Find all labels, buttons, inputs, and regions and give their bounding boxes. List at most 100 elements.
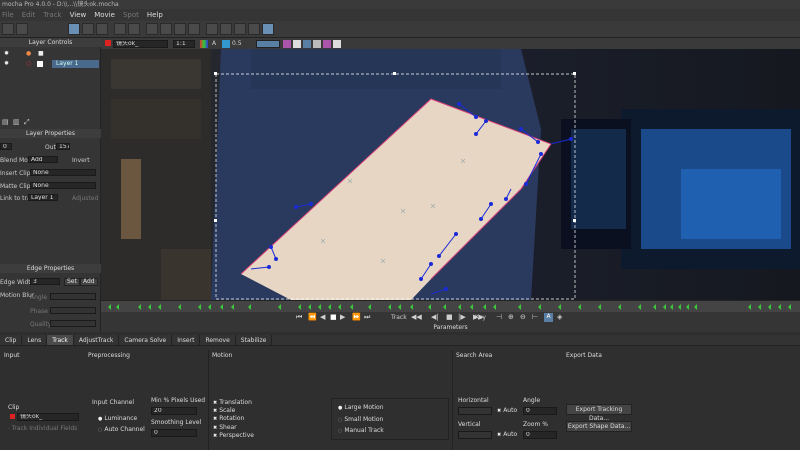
delete-keyframe-icon[interactable]: ⊖ — [520, 313, 526, 321]
blend-mode-select[interactable]: Add — [28, 156, 58, 163]
rotation-checkbox[interactable]: Rotation — [213, 415, 244, 422]
keyframe-marker[interactable] — [778, 304, 781, 310]
keyframe-marker[interactable] — [158, 304, 161, 310]
keyframe-marker[interactable] — [116, 304, 119, 310]
small-motion-radio[interactable]: Small Motion — [338, 416, 383, 423]
zoom-field[interactable]: 0 — [523, 431, 557, 439]
color-icon[interactable]: ■ — [38, 50, 44, 57]
play-back-icon[interactable]: ◀ — [320, 313, 325, 321]
layer-name[interactable]: Layer 1 — [52, 60, 99, 68]
zoom-tool-icon[interactable] — [128, 23, 140, 35]
track-frame-fwd-icon[interactable]: |▶ — [458, 313, 466, 321]
keyframe-marker[interactable] — [458, 304, 461, 310]
track-backward-icon[interactable]: ◀◀ — [411, 313, 422, 321]
keyframe-marker[interactable] — [328, 304, 331, 310]
keyframe-marker[interactable] — [231, 304, 234, 310]
add-keyframe-icon[interactable]: ⊕ — [508, 313, 514, 321]
keyframe-marker[interactable] — [338, 304, 341, 310]
stop-icon[interactable]: ■ — [330, 313, 337, 321]
keyframe-marker[interactable] — [470, 304, 473, 310]
xspline-tool-icon[interactable] — [146, 23, 158, 35]
menu-view[interactable]: View — [70, 9, 87, 21]
hand-tool-icon[interactable] — [114, 23, 126, 35]
min-pixels-field[interactable]: 20 — [151, 407, 197, 415]
tab-clip[interactable]: Clip — [0, 335, 23, 345]
delete-layer-icon[interactable]: ▤ — [2, 118, 9, 126]
save-icon[interactable] — [16, 23, 28, 35]
tab-remove[interactable]: Remove — [200, 335, 236, 345]
layer-row[interactable]: ✹ ○ Layer 1 — [0, 60, 101, 68]
keyframe-marker[interactable] — [653, 304, 656, 310]
crosshair-icon[interactable] — [248, 23, 260, 35]
keyframe-marker[interactable] — [108, 304, 111, 310]
track-frame-back-icon[interactable]: ◀| — [431, 313, 439, 321]
manual-track-radio[interactable]: Manual Track — [338, 427, 383, 434]
horizontal-auto-checkbox[interactable]: Auto — [497, 407, 517, 414]
keyframe-marker[interactable] — [398, 304, 401, 310]
lock-icon[interactable]: ● — [26, 50, 31, 57]
keyframe-marker[interactable] — [558, 304, 561, 310]
tab-insert[interactable]: Insert — [172, 335, 201, 345]
keyframe-marker[interactable] — [758, 304, 761, 310]
keyframe-marker[interactable] — [493, 304, 496, 310]
keyframe-marker[interactable] — [678, 304, 681, 310]
go-end-icon[interactable]: ⏭ — [364, 313, 370, 322]
keyframe-marker[interactable] — [148, 304, 151, 310]
edge-width-field[interactable]: 3 — [30, 278, 60, 285]
keyframe-marker[interactable] — [670, 304, 673, 310]
vertical-auto-checkbox[interactable]: Auto — [497, 431, 517, 438]
prev-keyframe-icon[interactable]: ⊣ — [496, 313, 502, 321]
keyframe-marker[interactable] — [618, 304, 621, 310]
keyframe-marker[interactable] — [443, 304, 446, 310]
add-button[interactable]: Add — [80, 278, 98, 286]
keyframe-marker[interactable] — [318, 304, 321, 310]
menu-movie[interactable]: Movie — [94, 9, 115, 21]
keyframe-marker[interactable] — [483, 304, 486, 310]
view-mode-icon[interactable] — [256, 40, 280, 48]
matte-clip-select[interactable]: None — [30, 182, 96, 189]
keyframe-marker[interactable] — [428, 304, 431, 310]
shear-checkbox[interactable]: Shear — [213, 424, 236, 431]
visible-icon[interactable]: ✹ — [4, 50, 9, 57]
layer-color-swatch[interactable] — [37, 61, 43, 67]
tab-camera-solve[interactable]: Camera Solve — [119, 335, 173, 345]
in-point-field[interactable]: 0 — [0, 143, 12, 150]
auto-channel-radio[interactable]: Auto Channel — [98, 426, 144, 433]
keyframe-marker[interactable] — [686, 304, 689, 310]
luminance-radio[interactable]: Luminance — [98, 415, 137, 422]
rgb-icon[interactable] — [200, 40, 208, 48]
keyframe-marker[interactable] — [138, 304, 141, 310]
keyframe-marker[interactable] — [538, 304, 541, 310]
keyframe-marker[interactable] — [220, 304, 223, 310]
perspective-checkbox[interactable]: Perspective — [213, 432, 254, 439]
next-keyframe-icon[interactable]: ⊢ — [532, 313, 538, 321]
smoothing-field[interactable]: 0 — [151, 429, 197, 437]
out-point-field[interactable]: 157 — [56, 143, 70, 150]
keyframe-marker[interactable] — [350, 304, 353, 310]
menu-file[interactable]: File — [2, 9, 14, 21]
auto-key-icon[interactable]: A — [544, 313, 553, 322]
keyframe-marker[interactable] — [308, 304, 311, 310]
expand-icon[interactable]: ⤢ — [24, 118, 30, 127]
tab-lens[interactable]: Lens — [22, 335, 48, 345]
keyframe-marker[interactable] — [694, 304, 697, 310]
show-mattes-icon[interactable] — [293, 40, 301, 48]
alpha-channel-label[interactable]: A — [212, 40, 216, 47]
layer-lock-icon[interactable]: ○ — [26, 60, 31, 67]
stabilize-view-icon[interactable] — [323, 40, 331, 48]
clip-select[interactable]: 镜头ok_ — [17, 413, 79, 421]
select-multi-icon[interactable] — [82, 23, 94, 35]
keyframe-marker[interactable] — [788, 304, 791, 310]
link-track-select[interactable]: Layer 1 — [28, 194, 58, 201]
insert-clip-select[interactable]: None — [30, 169, 96, 176]
track-stop-icon[interactable]: ■ — [446, 313, 453, 321]
keyframe-marker[interactable] — [298, 304, 301, 310]
keyframe-marker[interactable] — [388, 304, 391, 310]
grid-icon[interactable] — [313, 40, 321, 48]
overlay-icon[interactable] — [222, 40, 230, 48]
tab-adjusttrack[interactable]: AdjustTrack — [74, 335, 120, 345]
show-layers-icon[interactable] — [303, 40, 311, 48]
menu-track[interactable]: Track — [43, 9, 61, 21]
keyframe-marker[interactable] — [248, 304, 251, 310]
tab-track[interactable]: Track — [47, 335, 74, 345]
